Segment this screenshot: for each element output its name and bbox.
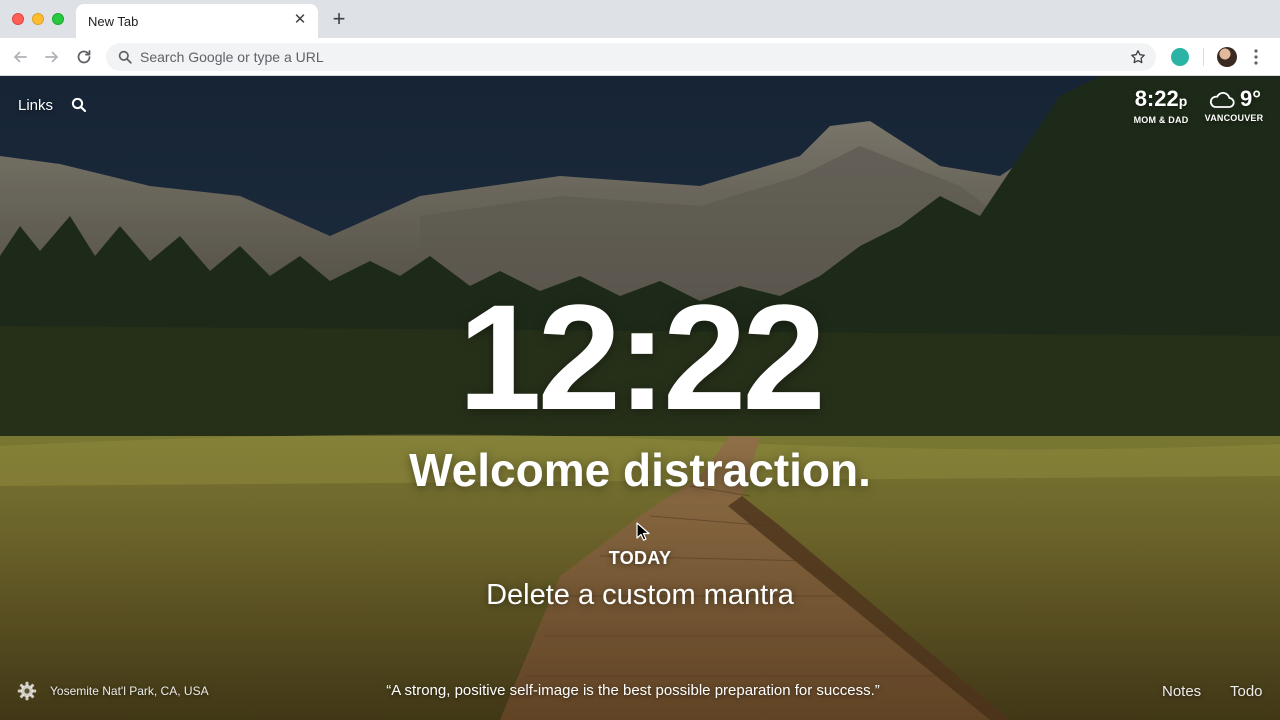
tab-strip: New Tab ✕ +: [0, 0, 1280, 38]
search-icon: [118, 50, 132, 64]
window-minimize-button[interactable]: [32, 13, 44, 25]
omnibox-placeholder: Search Google or type a URL: [140, 49, 324, 65]
links-button[interactable]: Links: [18, 97, 53, 114]
main-clock: 12:22: [458, 273, 826, 441]
focus-text[interactable]: Delete a custom mantra: [0, 578, 1280, 612]
mouse-cursor-icon: [636, 522, 650, 541]
window-maximize-button[interactable]: [52, 13, 64, 25]
back-arrow-icon[interactable]: [10, 47, 30, 67]
greeting-text: Welcome distraction.: [409, 444, 871, 496]
new-tab-button[interactable]: +: [328, 8, 350, 31]
weather-temperature: 9°: [1240, 86, 1262, 111]
forward-arrow-icon[interactable]: [42, 47, 62, 67]
browser-toolbar: Search Google or type a URL: [0, 38, 1280, 76]
window-close-button[interactable]: [12, 13, 24, 25]
world-clock[interactable]: 8:22p MOM & DAD: [1130, 86, 1192, 126]
momentum-dashboard: Links 8:22p MOM & DAD 9° VANCOUVER 12:22…: [0, 76, 1280, 720]
more-menu-icon[interactable]: [1252, 48, 1260, 66]
omnibox[interactable]: Search Google or type a URL: [106, 43, 1156, 71]
bookmark-star-icon[interactable]: [1130, 49, 1146, 65]
daily-quote[interactable]: “A strong, positive self-image is the be…: [0, 682, 1266, 699]
tab-new-tab[interactable]: New Tab ✕: [76, 4, 318, 38]
weather-widget[interactable]: 9° VANCOUVER: [1204, 86, 1264, 124]
extension-icon[interactable]: [1171, 48, 1189, 66]
search-icon[interactable]: [71, 97, 87, 113]
profile-avatar[interactable]: [1217, 47, 1237, 67]
world-clock-ampm: p: [1178, 93, 1188, 109]
weather-location: VANCOUVER: [1204, 113, 1264, 123]
cloud-icon: [1209, 92, 1235, 108]
toolbar-divider: [1203, 48, 1204, 66]
todo-button[interactable]: Todo: [1230, 683, 1263, 700]
world-clock-label: MOM & DAD: [1133, 115, 1189, 125]
tab-title: New Tab: [88, 14, 139, 29]
tab-close-icon[interactable]: ✕: [292, 12, 308, 28]
focus-label: TODAY: [608, 548, 672, 568]
notes-button[interactable]: Notes: [1162, 683, 1201, 700]
reload-icon[interactable]: [74, 47, 94, 67]
world-clock-time: 8:22: [1134, 86, 1179, 111]
